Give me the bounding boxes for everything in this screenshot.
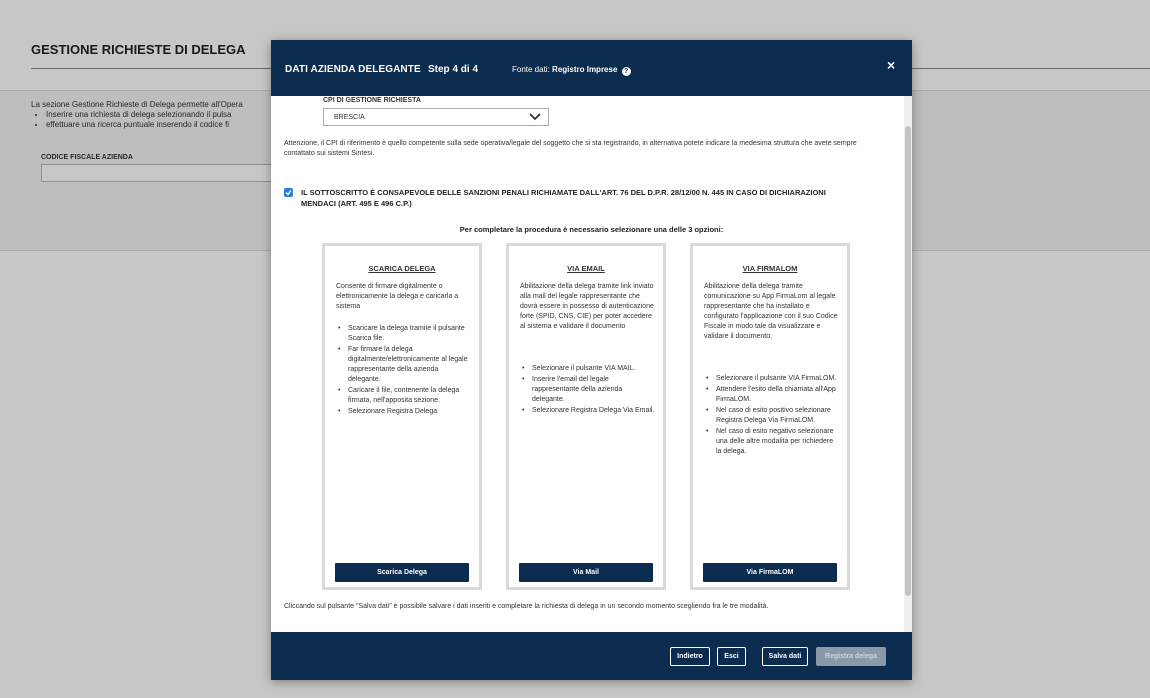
options-instruction: Per completare la procedura è necessario… (459, 225, 724, 234)
option-step: Far firmare la delega digitalmente/elett… (336, 345, 471, 385)
close-icon[interactable]: × (887, 57, 895, 73)
option-step: Inserire l'email del legale rappresentan… (520, 375, 655, 405)
option-title: SCARICA DELEGA (368, 264, 436, 273)
declaration-checkbox[interactable] (284, 188, 293, 197)
option-description: Abilitazione della delega tramite link i… (520, 283, 654, 330)
help-icon[interactable]: ? (621, 67, 631, 76)
option-step: Scaricare la delega tramite il pulsante … (336, 324, 471, 344)
option-card-scarica-delega: SCARICA DELEGA Consente di firmare digit… (322, 243, 482, 590)
exit-button[interactable]: Esci (717, 647, 746, 666)
checkmark-icon (285, 190, 292, 196)
option-steps: Selezionare il pulsante VIA FirmaLOM. At… (704, 374, 839, 458)
option-steps: Scaricare la delega tramite il pulsante … (336, 324, 471, 418)
via-mail-button[interactable]: Via Mail (519, 563, 653, 582)
modal-scrollbar[interactable] (904, 96, 912, 632)
option-step: Selezionare Registra Delega Via Email. (520, 406, 655, 416)
cpi-select[interactable]: BRESCIA (323, 108, 549, 126)
via-firmalom-button[interactable]: Via FirmaLOM (703, 563, 837, 582)
option-card-via-email: VIA EMAIL Abilitazione della delega tram… (506, 243, 666, 590)
option-title: VIA FIRMALOM (742, 264, 798, 273)
modal-title: DATI AZIENDA DELEGANTE (285, 64, 421, 75)
scarica-delega-button[interactable]: Scarica Delega (335, 563, 469, 582)
save-data-button[interactable]: Salva dati (762, 647, 808, 666)
chevron-down-icon (529, 113, 541, 121)
declaration-text: IL SOTTOSCRITTO È CONSAPEVOLE DELLE SANZ… (301, 188, 826, 208)
option-step: Attendere l'esito della chiamata all'App… (704, 385, 839, 405)
data-source: Fonte dati: Registro Imprese ? (512, 65, 631, 76)
cpi-notice: Attenzione, il CPI di riferimento è quel… (284, 140, 857, 157)
register-delegation-button[interactable]: Registra delega (816, 647, 886, 666)
cpi-selected-value: BRESCIA (334, 114, 365, 121)
option-step: Nel caso di esito positivo selezionare R… (704, 406, 839, 426)
cpi-label: CPI DI GESTIONE RICHIESTA (323, 97, 421, 104)
option-card-via-firmalom: VIA FIRMALOM Abilitazione della delega t… (690, 243, 850, 590)
option-description: Consente di firmare digitalmente o elett… (336, 283, 459, 310)
back-button[interactable]: Indietro (670, 647, 710, 666)
data-source-label: Fonte dati: (512, 65, 550, 74)
option-step: Selezionare il pulsante VIA MAIL. (520, 364, 655, 374)
option-title: VIA EMAIL (567, 264, 605, 273)
option-step: Selezionare Registra Delega (336, 407, 471, 417)
option-steps: Selezionare il pulsante VIA MAIL. Inseri… (520, 364, 655, 417)
option-step: Caricare il file, contenente la delega f… (336, 386, 471, 406)
modal-header: DATI AZIENDA DELEGANTE Step 4 di 4 Fonte… (271, 40, 912, 96)
option-step: Selezionare il pulsante VIA FirmaLOM. (704, 374, 839, 384)
delegation-modal: DATI AZIENDA DELEGANTE Step 4 di 4 Fonte… (271, 40, 912, 680)
option-step: Nel caso di esito negativo selezionare u… (704, 427, 839, 457)
scrollbar-thumb[interactable] (905, 126, 911, 596)
data-source-value: Registro Imprese (552, 65, 618, 74)
option-description: Abilitazione della delega tramite comuni… (704, 283, 838, 340)
save-note: Cliccando sul pulsante "Salva dati" è po… (284, 603, 769, 610)
step-indicator: Step 4 di 4 (428, 64, 479, 75)
modal-body: CPI DI GESTIONE RICHIESTA BRESCIA Attenz… (271, 96, 912, 632)
modal-footer: Indietro Esci Salva dati Registra delega (271, 632, 912, 680)
